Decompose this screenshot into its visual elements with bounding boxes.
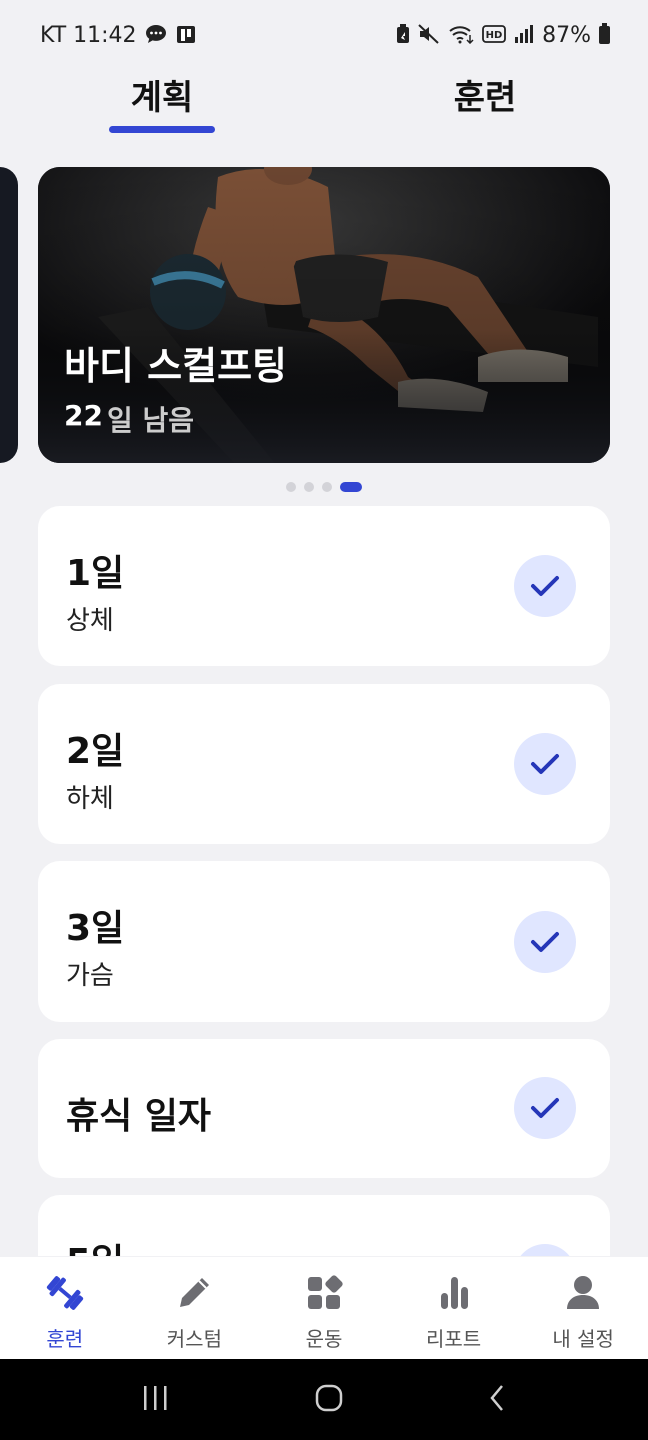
nav-training[interactable]: 훈련 bbox=[0, 1257, 130, 1359]
nav-label: 내 설정 bbox=[552, 1327, 614, 1351]
nav-label: 리포트 bbox=[425, 1327, 482, 1351]
status-left: KT 11:42 bbox=[40, 23, 197, 48]
day-subtitle: 상체 bbox=[66, 606, 114, 636]
day-subtitle: 가슴 bbox=[66, 961, 114, 991]
day-title: 2일 bbox=[66, 731, 125, 772]
battery-icon bbox=[599, 23, 610, 44]
nav-exercise[interactable]: 운동 bbox=[259, 1257, 389, 1359]
carousel-indicator bbox=[0, 482, 648, 492]
active-tab-indicator bbox=[109, 126, 215, 133]
day-card-2[interactable]: 2일 하체 bbox=[38, 684, 610, 844]
previous-plan-card[interactable] bbox=[0, 167, 18, 463]
home-icon[interactable] bbox=[314, 1383, 344, 1417]
recent-apps-icon[interactable] bbox=[141, 1384, 171, 1416]
grid-icon bbox=[302, 1273, 346, 1313]
system-nav-bar bbox=[0, 1359, 648, 1440]
days-remaining-suffix: 일 남음 bbox=[106, 404, 194, 437]
carousel-dot bbox=[304, 482, 314, 492]
check-icon bbox=[514, 1244, 576, 1256]
tab-training[interactable]: 훈련 bbox=[430, 70, 540, 119]
bar-chart-icon bbox=[432, 1273, 476, 1313]
person-icon bbox=[561, 1273, 605, 1313]
nav-label: 운동 bbox=[305, 1327, 343, 1351]
carousel-dot bbox=[322, 482, 332, 492]
day-subtitle: 하체 bbox=[66, 784, 114, 814]
carousel-dot bbox=[286, 482, 296, 492]
days-remaining: 22 일 남음 bbox=[64, 399, 194, 439]
day-title: 5일 bbox=[66, 1233, 124, 1256]
day-title: 1일 bbox=[66, 553, 125, 594]
nav-label: 커스텀 bbox=[166, 1327, 222, 1351]
chat-icon bbox=[145, 24, 167, 47]
check-icon bbox=[514, 733, 576, 795]
status-bar: KT 11:42 HD 87% bbox=[0, 0, 648, 70]
nav-label: 훈련 bbox=[46, 1327, 84, 1351]
day-title: 3일 bbox=[66, 908, 125, 949]
mute-icon bbox=[418, 23, 440, 47]
day-card-rest[interactable]: 휴식 일자 bbox=[38, 1039, 610, 1178]
nav-report[interactable]: 리포트 bbox=[389, 1257, 519, 1359]
day-card-5[interactable]: 5일 bbox=[38, 1195, 610, 1256]
check-icon bbox=[514, 1077, 576, 1139]
hd-icon: HD bbox=[482, 24, 506, 46]
day-card-3[interactable]: 3일 가슴 bbox=[38, 861, 610, 1022]
carousel-dot-active bbox=[340, 482, 362, 492]
signal-icon bbox=[514, 24, 534, 46]
svg-text:HD: HD bbox=[486, 30, 503, 41]
carrier-time: KT 11:42 bbox=[40, 22, 137, 48]
check-icon bbox=[514, 911, 576, 973]
wifi-icon bbox=[448, 24, 474, 47]
day-list: 1일 상체 2일 하체 3일 가슴 휴식 일자 5일 bbox=[38, 506, 610, 1256]
day-card-1[interactable]: 1일 상체 bbox=[38, 506, 610, 666]
plan-title: 바디 스컬프팅 bbox=[64, 344, 287, 388]
tab-plan[interactable]: 계획 bbox=[110, 70, 214, 119]
days-remaining-number: 22 bbox=[64, 399, 103, 432]
bottom-nav: 훈련 커스텀 운동 리포트 내 설정 bbox=[0, 1257, 648, 1359]
pencil-icon bbox=[172, 1273, 216, 1313]
status-right: HD 87% bbox=[396, 23, 610, 48]
battery-percent: 87% bbox=[542, 22, 591, 48]
plan-carousel[interactable]: 바디 스컬프팅 22 일 남음 bbox=[0, 167, 648, 463]
check-icon bbox=[514, 555, 576, 617]
top-tabs: 계획 훈련 bbox=[0, 70, 648, 140]
nav-custom[interactable]: 커스텀 bbox=[130, 1257, 260, 1359]
back-icon[interactable] bbox=[487, 1383, 507, 1417]
plan-hero-card[interactable]: 바디 스컬프팅 22 일 남음 bbox=[38, 167, 610, 463]
day-title: 휴식 일자 bbox=[66, 1096, 212, 1137]
clipboard-icon bbox=[175, 23, 197, 48]
battery-saver-icon bbox=[396, 23, 410, 47]
nav-settings[interactable]: 내 설정 bbox=[518, 1257, 648, 1359]
dumbbell-icon bbox=[43, 1273, 87, 1313]
